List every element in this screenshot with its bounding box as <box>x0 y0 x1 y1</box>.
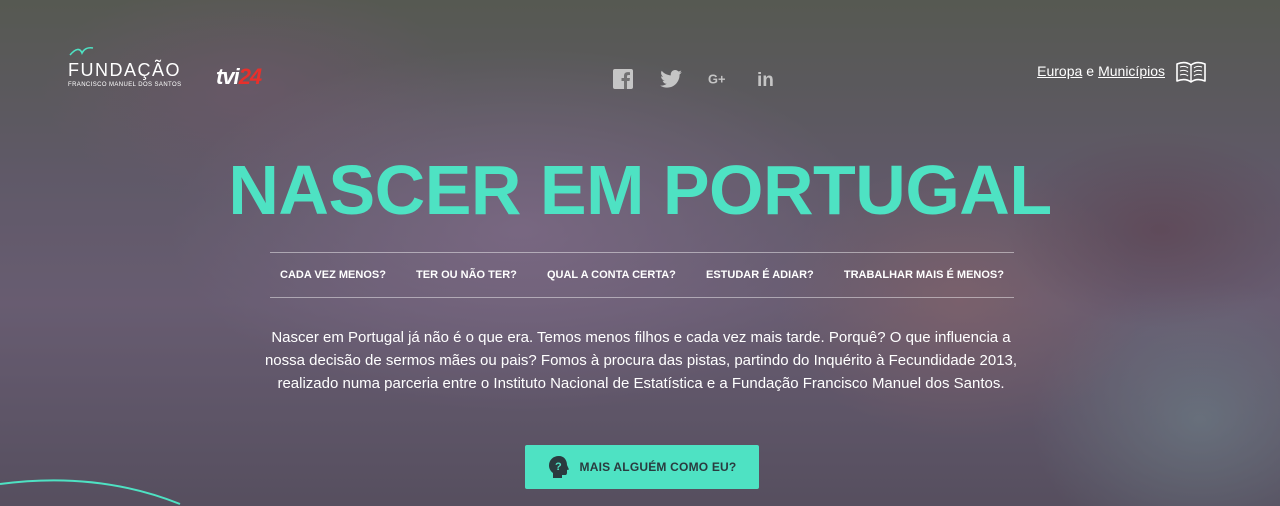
connector-text: e <box>1086 63 1095 79</box>
google-plus-icon[interactable]: G+ <box>708 68 730 90</box>
svg-text:?: ? <box>555 461 562 473</box>
header: FUNDAÇÃO FRANCISCO MANUEL DOS SANTOS tvi… <box>0 0 1280 120</box>
section-nav: CADA VEZ MENOS? TER OU NÃO TER? QUAL A C… <box>270 252 1014 298</box>
head-question-icon: ? <box>548 456 569 478</box>
svg-text:in: in <box>757 70 774 89</box>
decorative-swoosh <box>0 479 181 505</box>
tvi-text: tvi <box>216 64 240 89</box>
europa-link[interactable]: Europa <box>1037 63 1082 79</box>
linkedin-icon[interactable]: in <box>756 68 778 90</box>
nav-item-ter-ou-nao-ter[interactable]: TER OU NÃO TER? <box>416 269 517 281</box>
nav-item-qual-a-conta-certa[interactable]: QUAL A CONTA CERTA? <box>547 269 676 281</box>
social-links: G+ in <box>612 68 778 90</box>
tvi-24-text: 24 <box>238 64 263 89</box>
facebook-icon[interactable] <box>612 68 634 90</box>
bird-logo-icon <box>69 46 94 56</box>
page-title: NASCER EM PORTUGAL <box>228 151 1052 229</box>
fundacao-subtitle: FRANCISCO MANUEL DOS SANTOS <box>68 82 182 88</box>
mais-alguem-como-eu-button[interactable]: ? MAIS ALGUÉM COMO EU? <box>525 445 759 489</box>
svg-text:G+: G+ <box>708 72 725 87</box>
nav-item-estudar-e-adiar[interactable]: ESTUDAR É ADIAR? <box>706 269 814 281</box>
nav-item-trabalhar-mais-e-menos[interactable]: TRABALHAR MAIS É MENOS? <box>844 269 1004 281</box>
region-links: Europa e Municípios <box>1037 58 1207 84</box>
cta-label: MAIS ALGUÉM COMO EU? <box>579 460 737 474</box>
municipios-link[interactable]: Municípios <box>1098 63 1165 79</box>
nav-item-cada-vez-menos[interactable]: CADA VEZ MENOS? <box>280 269 386 281</box>
book-icon[interactable] <box>1175 58 1207 84</box>
fundacao-wordmark: FUNDAÇÃO <box>68 60 182 80</box>
tvi24-logo[interactable]: tvi24 <box>216 64 263 90</box>
intro-paragraph: Nascer em Portugal já não é o que era. T… <box>264 329 1018 392</box>
twitter-icon[interactable] <box>660 68 682 90</box>
